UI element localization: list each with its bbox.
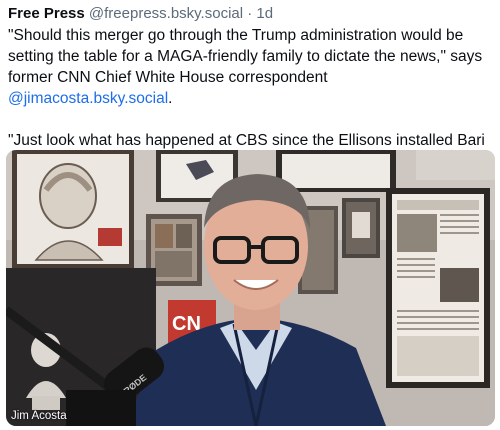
paragraph-1-text: "Should this merger go through the Trump… xyxy=(8,27,483,86)
video-thumbnail[interactable]: CN RØDE Jim Acosta xyxy=(6,150,495,426)
post-timestamp[interactable]: 1d xyxy=(256,5,273,22)
post-header: Free Press @freepress.bsky.social · 1d xyxy=(8,4,492,24)
post-card[interactable]: Free Press @freepress.bsky.social · 1d "… xyxy=(0,0,500,430)
mention-link[interactable]: @jimacosta.bsky.social xyxy=(8,90,168,107)
post-paragraph-1: "Should this merger go through the Trump… xyxy=(8,25,490,109)
author-handle[interactable]: @freepress.bsky.social xyxy=(89,5,243,22)
speaker-name-tag: Jim Acosta xyxy=(11,410,67,422)
separator-dot: · xyxy=(247,5,253,22)
video-frame-illustration: CN RØDE xyxy=(6,150,495,426)
author-name[interactable]: Free Press xyxy=(8,5,85,22)
paragraph-1-end: . xyxy=(168,90,173,107)
